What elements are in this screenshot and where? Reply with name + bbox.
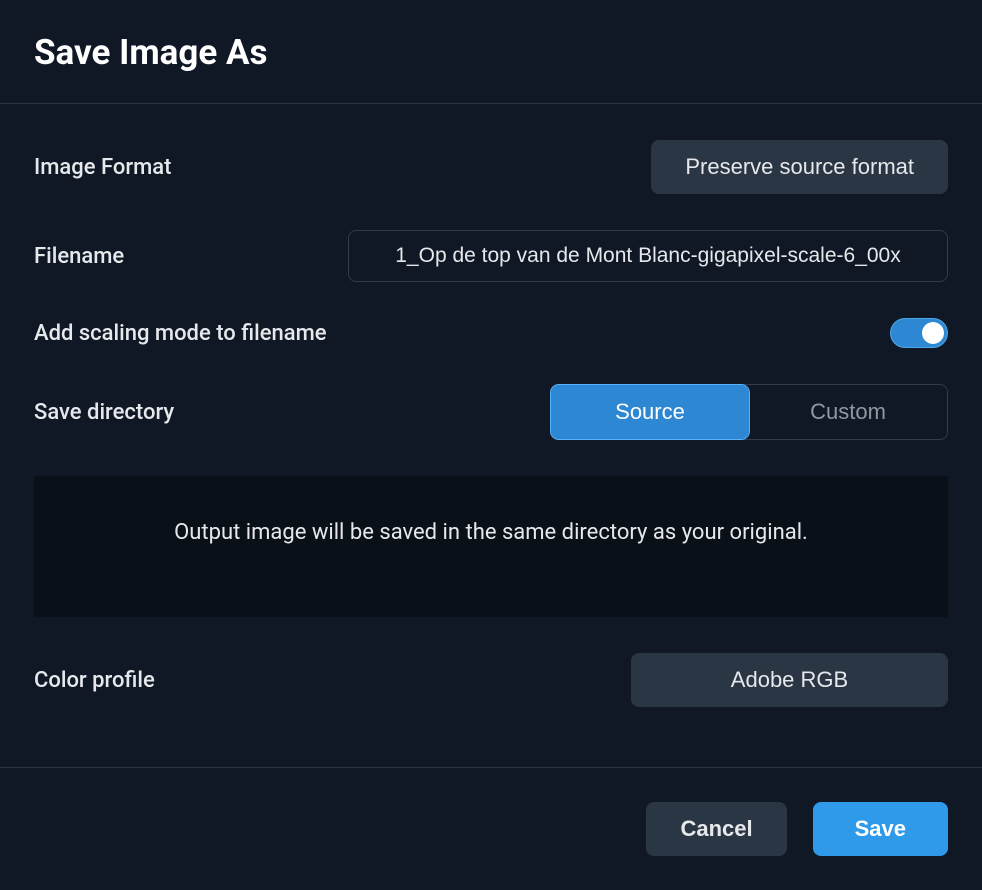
add-scaling-toggle[interactable]	[890, 318, 948, 348]
cancel-button[interactable]: Cancel	[646, 802, 786, 856]
image-format-row: Image Format Preserve source format	[34, 104, 948, 194]
color-profile-select[interactable]: Adobe RGB	[631, 653, 948, 707]
color-profile-row: Color profile Adobe RGB	[34, 617, 948, 707]
save-directory-label: Save directory	[34, 400, 174, 425]
save-image-dialog: Save Image As Image Format Preserve sour…	[0, 0, 982, 890]
filename-label: Filename	[34, 244, 124, 269]
save-button[interactable]: Save	[813, 802, 948, 856]
add-scaling-label: Add scaling mode to filename	[34, 321, 327, 346]
save-directory-source[interactable]: Source	[551, 385, 749, 439]
save-directory-custom[interactable]: Custom	[749, 385, 947, 439]
filename-row: Filename	[34, 194, 948, 282]
toggle-knob	[922, 322, 944, 344]
filename-input[interactable]	[348, 230, 948, 282]
dialog-body: Image Format Preserve source format File…	[0, 104, 982, 767]
color-profile-label: Color profile	[34, 668, 155, 693]
add-scaling-row: Add scaling mode to filename	[34, 282, 948, 348]
dialog-footer: Cancel Save	[0, 767, 982, 890]
save-directory-info: Output image will be saved in the same d…	[34, 476, 948, 617]
image-format-label: Image Format	[34, 155, 171, 180]
dialog-title: Save Image As	[0, 0, 982, 104]
save-directory-segmented: Source Custom	[550, 384, 948, 440]
save-directory-row: Save directory Source Custom	[34, 348, 948, 440]
image-format-select[interactable]: Preserve source format	[651, 140, 948, 194]
